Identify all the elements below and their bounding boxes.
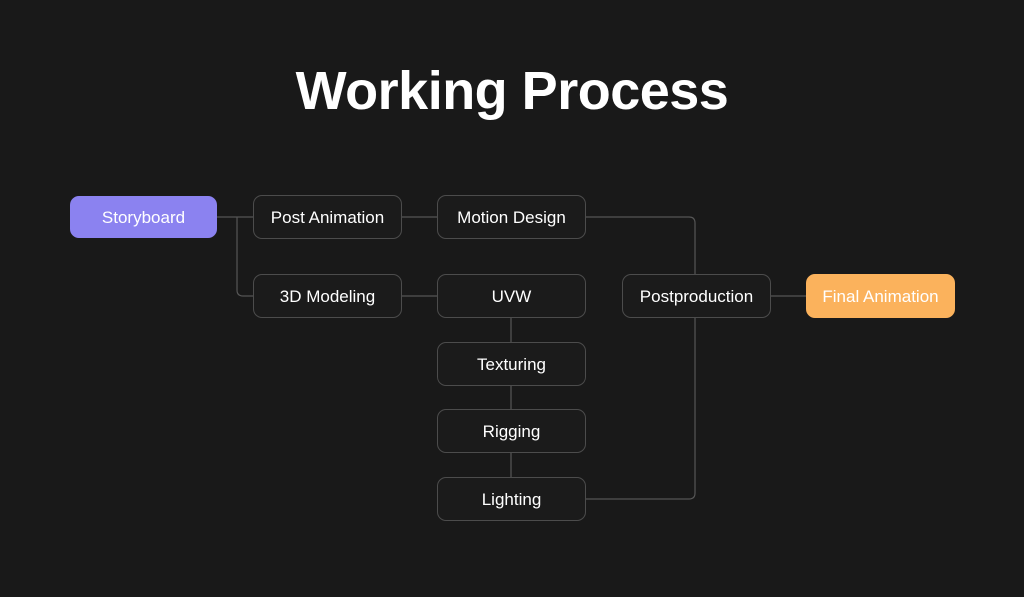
node-motion-design[interactable]: Motion Design [437,195,586,239]
node-label: Texturing [477,354,546,374]
node-label: Lighting [481,489,542,509]
node-label: Post Animation [270,207,385,227]
connector-storyboard-branch-down [236,217,253,297]
node-3d-modeling[interactable]: 3D Modeling [253,274,402,318]
node-lighting[interactable]: Lighting [437,477,586,521]
diagram-canvas: Working Process Storyboard Post Animation… [0,0,1024,597]
node-label: Postproduction [639,286,754,306]
page-title: Working Process [295,61,729,121]
node-post-animation[interactable]: Post Animation [253,195,402,239]
connector-motion-to-lighting-bus [586,216,696,500]
node-label: Final Animation [822,286,939,306]
node-label: UVW [491,286,532,306]
node-postproduction[interactable]: Postproduction [622,274,771,318]
node-label: Rigging [482,421,541,441]
node-label: Motion Design [457,207,566,227]
node-rigging[interactable]: Rigging [437,409,586,453]
node-storyboard[interactable]: Storyboard [70,196,217,238]
node-label: Storyboard [101,207,186,227]
node-texturing[interactable]: Texturing [437,342,586,386]
node-uvw[interactable]: UVW [437,274,586,318]
node-label: 3D Modeling [279,286,376,306]
node-final-animation[interactable]: Final Animation [806,274,955,318]
